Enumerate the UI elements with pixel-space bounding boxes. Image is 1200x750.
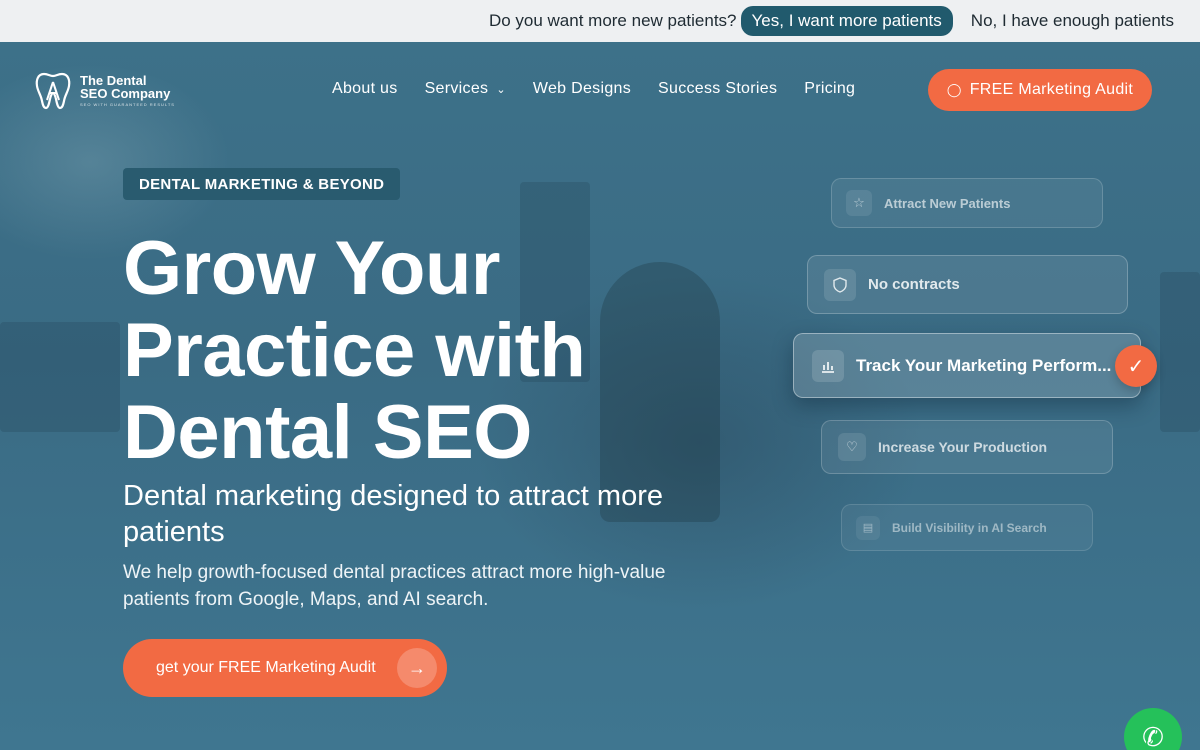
- document-icon: ▤: [856, 515, 880, 540]
- nav-success-stories[interactable]: Success Stories: [658, 80, 777, 98]
- audit-button-label: FREE Marketing Audit: [969, 81, 1134, 98]
- logo-name-line1: The Dental: [80, 72, 147, 88]
- feature-label: Track Your Marketing Perform...: [856, 355, 1112, 375]
- announcement-bar: Do you want more new patients? Yes, I wa…: [0, 0, 1200, 42]
- nav-web-designs[interactable]: Web Designs: [533, 80, 631, 98]
- feature-card-increase-production: ♡ Increase Your Production: [821, 420, 1113, 474]
- nav-label: Pricing: [804, 80, 856, 97]
- checkmark-icon: ✓: [1115, 345, 1157, 387]
- hero-headline: Grow Your Practice with Dental SEO: [123, 228, 703, 474]
- hero-badge: DENTAL MARKETING & BEYOND: [123, 168, 401, 200]
- nav-label: About us: [332, 80, 398, 97]
- nav-about-us[interactable]: About us: [332, 80, 398, 98]
- nav-services[interactable]: Services ⌄: [425, 80, 506, 98]
- lightbulb-icon: ◯: [946, 82, 962, 97]
- phone-icon: ✆: [1142, 721, 1164, 750]
- feature-card-no-contracts: No contracts: [807, 255, 1128, 314]
- get-free-audit-cta-button[interactable]: get your FREE Marketing Audit →: [123, 639, 447, 697]
- feature-label: No contracts: [868, 276, 960, 293]
- logo-tagline: SEO WITH GUARANTEED RESULTS: [80, 101, 175, 107]
- nav-label: Web Designs: [532, 80, 632, 97]
- background-photo-shape: [0, 322, 120, 432]
- no-enough-patients-button[interactable]: No, I have enough patients: [971, 11, 1174, 31]
- background-photo-shape: [1160, 272, 1200, 432]
- star-icon: ☆: [846, 190, 872, 216]
- heart-icon: ♡: [838, 433, 866, 461]
- phone-call-button[interactable]: ✆: [1124, 708, 1182, 750]
- feature-card-ai-search: ▤ Build Visibility in AI Search: [841, 504, 1093, 551]
- feature-label: Attract New Patients: [884, 195, 1011, 211]
- headline-line: Dental SEO: [123, 390, 532, 475]
- chevron-down-icon: ⌄: [496, 83, 506, 96]
- bar-chart-icon: [812, 349, 844, 382]
- nav-pricing[interactable]: Pricing: [804, 80, 855, 98]
- feature-label: Build Visibility in AI Search: [892, 520, 1047, 535]
- tooth-logo-icon: [35, 72, 71, 110]
- main-nav: About us Services ⌄ Web Designs Success S…: [332, 80, 855, 98]
- arrow-right-icon: →: [397, 648, 437, 688]
- hero-subheading: Dental marketing designed to attract mor…: [123, 480, 663, 548]
- free-marketing-audit-button[interactable]: ◯ FREE Marketing Audit: [928, 69, 1152, 111]
- headline-line: Practice with: [123, 308, 586, 393]
- nav-label: Success Stories: [658, 80, 778, 97]
- cta-label: get your FREE Marketing Audit: [156, 659, 376, 676]
- headline-line: Grow Your: [123, 226, 500, 311]
- company-logo[interactable]: The Dental SEO Company SEO WITH GUARANTE…: [34, 70, 175, 110]
- yes-more-patients-button[interactable]: Yes, I want more patients: [740, 6, 953, 36]
- hero-section: The Dental SEO Company SEO WITH GUARANTE…: [0, 42, 1200, 750]
- hero-description: We help growth-focused dental practices …: [123, 562, 666, 610]
- feature-label: Increase Your Production: [878, 439, 1048, 455]
- logo-name-line2: SEO Company: [80, 85, 171, 101]
- nav-label: Services: [424, 80, 489, 97]
- announcement-question: Do you want more new patients?: [488, 11, 737, 30]
- feature-card-track-marketing: Track Your Marketing Perform...: [793, 333, 1141, 398]
- feature-card-attract-new-patients: ☆ Attract New Patients: [831, 178, 1103, 228]
- shield-icon: [824, 268, 856, 301]
